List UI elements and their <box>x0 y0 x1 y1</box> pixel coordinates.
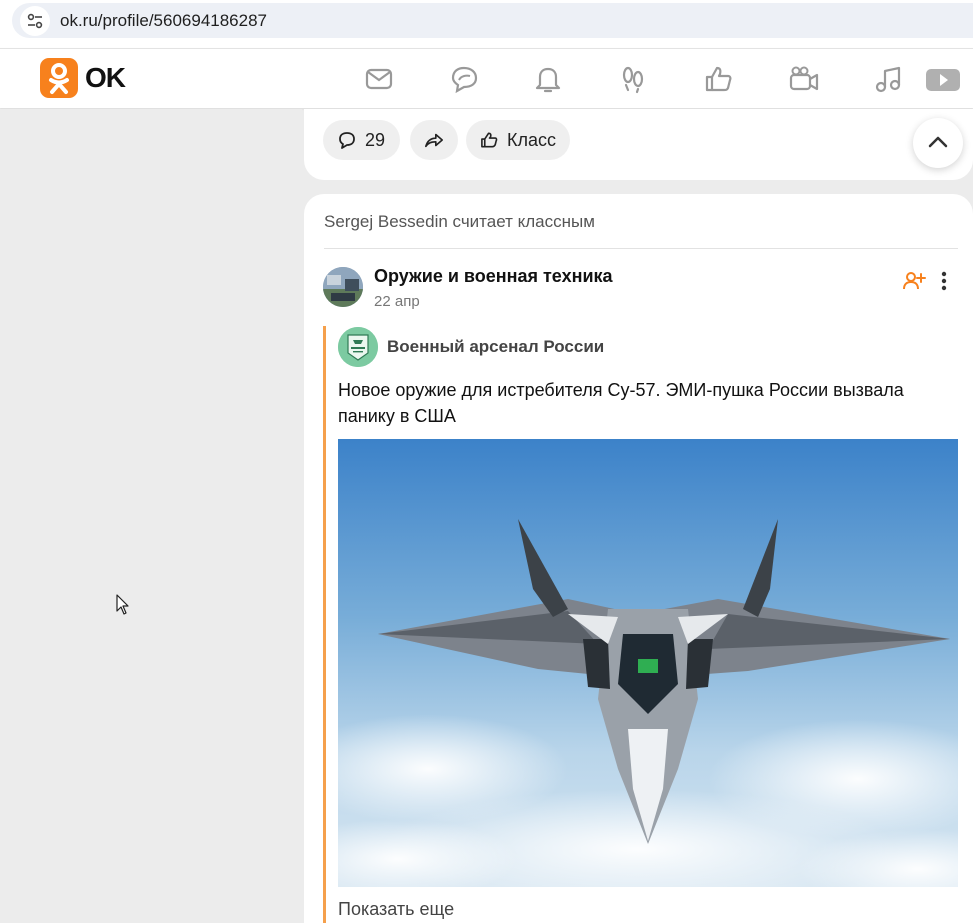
source-group-name[interactable]: Военный арсенал России <box>387 337 604 357</box>
post-text[interactable]: Новое оружие для истребителя Су-57. ЭМИ-… <box>338 377 956 429</box>
show-more-link[interactable]: Показать еще <box>338 899 454 920</box>
mouse-pointer-icon <box>116 594 130 621</box>
ok-logo-icon <box>40 58 78 98</box>
source-group-avatar[interactable] <box>338 327 378 367</box>
ok-logo[interactable]: OK <box>40 58 126 98</box>
like-class-label: Класс <box>507 129 556 150</box>
thumbs-up-icon <box>481 132 498 148</box>
bell-icon[interactable] <box>532 63 564 95</box>
post-date[interactable]: 22 апр <box>374 293 420 310</box>
post-image[interactable] <box>338 439 958 887</box>
feed-post-card: Sergej Bessedin считает классным Оружие … <box>304 194 973 923</box>
music-note-icon[interactable] <box>872 63 904 95</box>
more-options-icon[interactable] <box>934 270 954 292</box>
group-name[interactable]: Оружие и военная техника <box>374 266 613 287</box>
group-avatar[interactable] <box>323 267 363 307</box>
comments-count: 29 <box>365 129 386 150</box>
play-video-icon[interactable] <box>924 63 964 95</box>
scroll-to-top-button[interactable] <box>913 118 963 168</box>
ok-logo-text: OK <box>85 62 126 93</box>
chat-bubbles-icon[interactable] <box>448 63 480 95</box>
url-text[interactable]: ok.ru/profile/560694186287 <box>60 11 267 31</box>
site-header: OK <box>0 48 973 108</box>
browser-address-bar: ok.ru/profile/560694186287 <box>0 0 973 48</box>
liked-by-text[interactable]: Sergej Bessedin считает классным <box>324 212 595 232</box>
left-sidebar <box>0 109 302 923</box>
url-field[interactable]: ok.ru/profile/560694186287 <box>12 3 973 38</box>
video-camera-icon[interactable] <box>788 63 820 95</box>
share-button[interactable] <box>410 120 458 160</box>
footprints-icon[interactable] <box>617 63 649 95</box>
envelope-icon[interactable] <box>363 63 395 95</box>
divider <box>324 248 958 249</box>
share-arrow-icon <box>425 133 443 148</box>
comments-button[interactable]: 29 <box>323 120 400 160</box>
add-friend-icon[interactable] <box>902 270 926 297</box>
tune-icon[interactable] <box>20 6 50 36</box>
chevron-up-icon <box>928 136 948 148</box>
thumbs-up-icon[interactable] <box>703 63 735 95</box>
comment-icon <box>339 132 355 149</box>
repost-accent-bar <box>323 326 326 923</box>
like-class-button[interactable]: Класс <box>466 120 570 160</box>
previous-post-actions: 29 Класс <box>304 109 973 180</box>
